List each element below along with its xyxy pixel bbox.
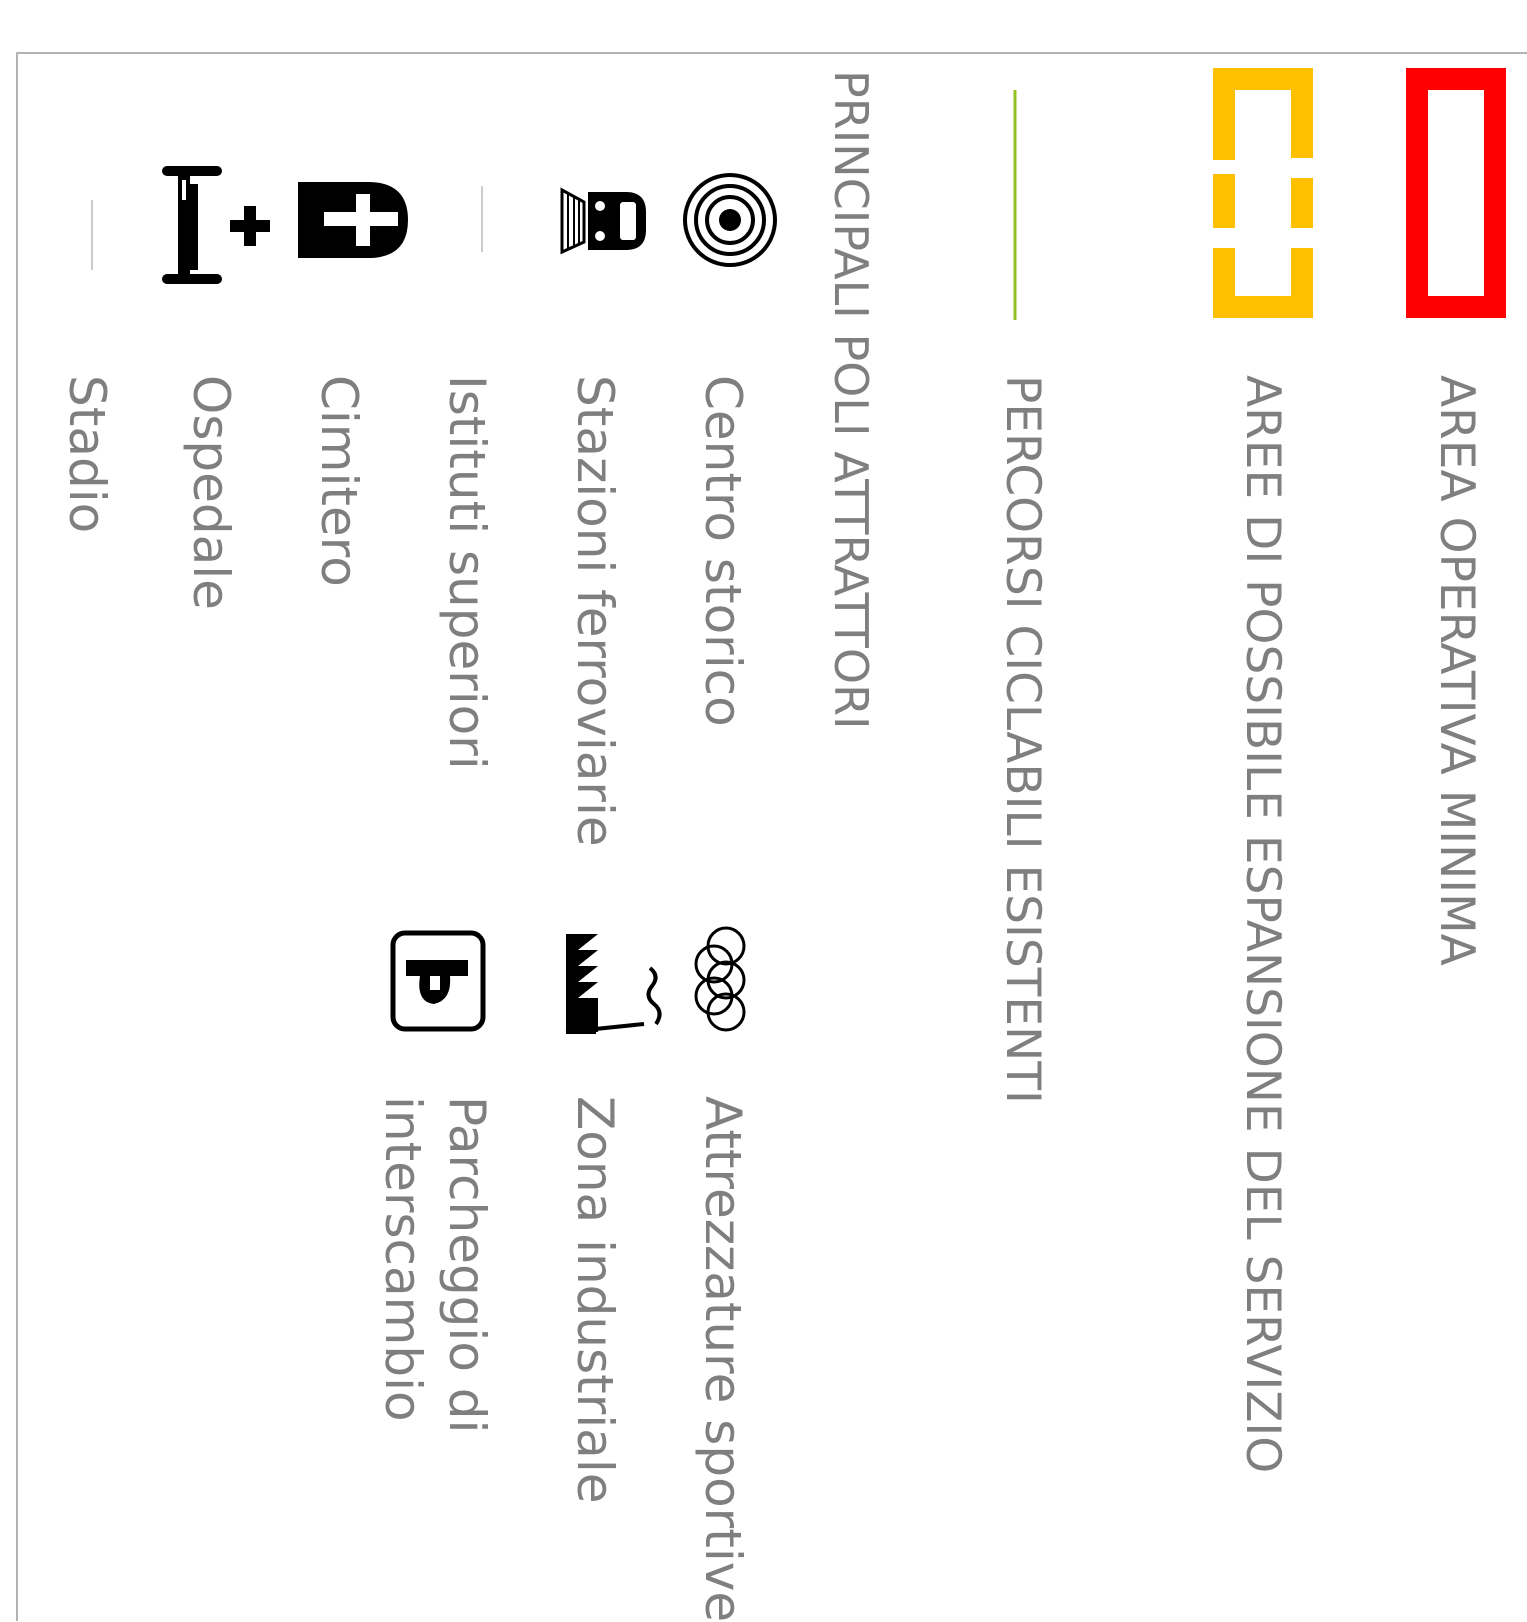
red-rectangle-icon — [1406, 68, 1506, 318]
label-percorsi-ciclabili: PERCORSI CICLABILI ESISTENTI — [995, 375, 1050, 1104]
label-parcheggio-line1: Parcheggio di — [438, 1096, 496, 1434]
olympic-rings-icon — [694, 926, 746, 1032]
factory-icon — [565, 934, 662, 1034]
vertical-rule-icon — [481, 186, 483, 252]
vertical-rule-icon — [91, 200, 93, 270]
label-centro-storico: Centro storico — [694, 375, 752, 727]
parking-icon — [390, 930, 486, 1032]
label-stadio: Stadio — [58, 375, 116, 534]
label-poli-attrattori: PRINCIPALI POLI ATTRATTORI — [824, 70, 878, 730]
label-attrezzature-sportive: Attrezzature sportive — [694, 1096, 752, 1622]
concentric-circles-icon — [683, 173, 777, 267]
label-cimitero: Cimitero — [310, 375, 368, 587]
dashed-yellow-rectangle-icon — [1213, 68, 1313, 318]
plus-icon — [230, 206, 270, 246]
label-ospedale: Ospedale — [182, 375, 240, 610]
label-area-operativa-minima: AREA OPERATIVA MINIMA — [1429, 375, 1484, 966]
train-icon — [560, 187, 646, 255]
label-zona-industriale: Zona industriale — [566, 1096, 624, 1504]
label-istituti-superiori: Istituti superiori — [438, 375, 496, 770]
label-stazioni-ferroviarie: Stazioni ferroviarie — [566, 375, 624, 847]
label-aree-espansione: AREE DI POSSIBILE ESPANSIONE DEL SERVIZI… — [1235, 375, 1290, 1474]
green-line-icon — [1013, 90, 1017, 320]
tombstone-cross-icon — [298, 182, 408, 258]
hospital-bed-icon — [162, 166, 222, 284]
label-parcheggio-line2: interscambio — [374, 1096, 432, 1422]
